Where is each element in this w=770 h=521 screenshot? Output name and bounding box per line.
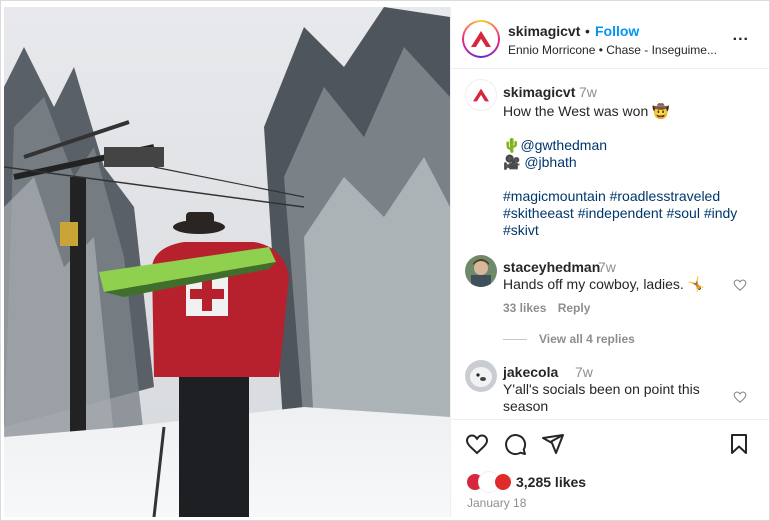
comment-heart-icon[interactable] <box>733 390 747 404</box>
user-avatar-photo <box>465 360 497 392</box>
comment-icon[interactable] <box>503 432 527 456</box>
ski-patrol-photo <box>4 7 450 517</box>
post-frame: skimagicvt • Follow Ennio Morricone • Ch… <box>0 0 770 521</box>
comment-heart-icon[interactable] <box>733 278 747 292</box>
replies-divider <box>503 339 527 341</box>
bookmark-icon[interactable] <box>727 432 751 456</box>
post-photo[interactable] <box>4 7 450 517</box>
comments-section: skimagicvt 7w How the West was won 🤠 🌵@g… <box>451 69 769 419</box>
post-date[interactable]: January 18 <box>467 496 526 510</box>
user-avatar-photo <box>465 255 497 287</box>
post-actions: 3,285 likes January 18 <box>451 419 769 517</box>
comment-text-continued: season <box>503 398 549 414</box>
liked-by-avatars[interactable] <box>465 472 517 492</box>
caption-avatar[interactable] <box>465 79 497 111</box>
hashtags-line[interactable]: #magicmountain #roadlesstraveled <box>503 188 720 204</box>
hashtags-line[interactable]: #skivt <box>503 222 539 238</box>
mention-link[interactable]: @gwthedman <box>520 137 607 153</box>
comment-username[interactable]: staceyhedman <box>503 259 600 275</box>
comment-likes[interactable]: 33 likes <box>503 301 546 315</box>
comment-meta: 33 likes Reply <box>503 301 598 315</box>
comment-avatar[interactable] <box>465 360 497 392</box>
profile-avatar[interactable] <box>462 20 500 58</box>
magic-logo-icon <box>471 31 491 47</box>
separator-dot: • <box>585 23 590 39</box>
comment-avatar[interactable] <box>465 255 497 287</box>
follow-button[interactable]: Follow <box>595 23 639 39</box>
comment-time: 7w <box>598 259 616 275</box>
heart-icon[interactable] <box>465 432 489 456</box>
post-header: skimagicvt • Follow Ennio Morricone • Ch… <box>451 7 769 69</box>
audio-track-link[interactable]: Ennio Morricone • Chase - Inseguime... <box>508 43 717 57</box>
mention-link[interactable]: @jbhath <box>524 154 576 170</box>
more-icon[interactable]: ... <box>733 27 749 45</box>
caption-time: 7w <box>579 84 597 100</box>
caption-credit-line: 🎥 @jbhath <box>503 154 577 171</box>
share-icon[interactable] <box>541 432 565 456</box>
caption-username[interactable]: skimagicvt <box>503 84 575 100</box>
magic-logo-icon <box>473 88 489 102</box>
caption-credit-line: 🌵@gwthedman <box>503 137 607 154</box>
cactus-emoji: 🌵 <box>503 137 521 153</box>
comment-text: Hands off my cowboy, ladies. 🤸 <box>503 276 706 292</box>
liker-avatar <box>493 472 513 492</box>
caption-text: How the West was won 🤠 <box>503 103 670 119</box>
camera-emoji: 🎥 <box>503 154 525 170</box>
comment-time: 7w <box>575 364 593 380</box>
post-side-panel: skimagicvt • Follow Ennio Morricone • Ch… <box>450 7 769 517</box>
comment-username[interactable]: jakecola <box>503 364 558 380</box>
hashtags-line[interactable]: #skitheeast #independent #soul #indy <box>503 205 737 221</box>
comment-text: Y'all's socials been on point this <box>503 381 700 397</box>
post-username[interactable]: skimagicvt <box>508 23 580 39</box>
reply-button[interactable]: Reply <box>558 301 591 315</box>
likes-count[interactable]: 3,285 likes <box>516 474 586 490</box>
view-replies-button[interactable]: View all 4 replies <box>503 332 635 346</box>
